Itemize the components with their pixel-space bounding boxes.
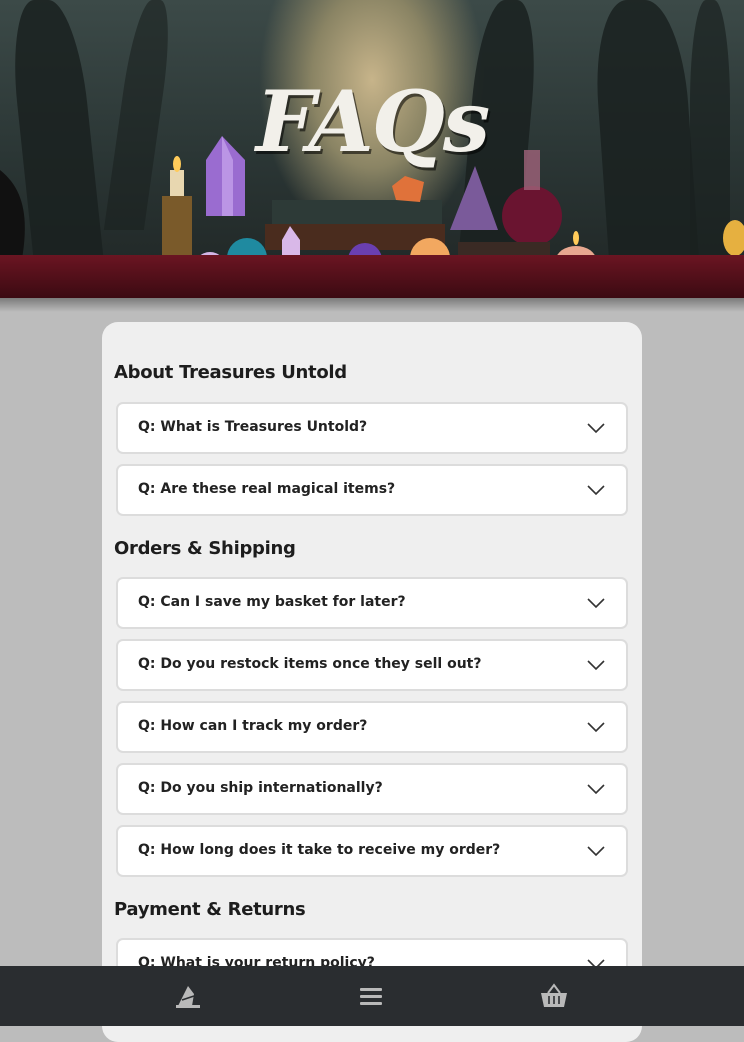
wizard-hat-icon	[176, 986, 200, 1008]
faq-question: Q: Can I save my basket for later?	[138, 594, 406, 610]
faq-item-real-magical-items[interactable]: Q: Are these real magical items?	[116, 464, 628, 516]
chevron-down-icon	[587, 722, 605, 733]
chevron-down-icon	[587, 598, 605, 609]
faq-item-ship-internationally[interactable]: Q: Do you ship internationally?	[116, 763, 628, 815]
faq-item-delivery-time[interactable]: Q: How long does it take to receive my o…	[116, 825, 628, 877]
hero-banner: FAQs	[0, 0, 744, 298]
chevron-down-icon	[587, 846, 605, 857]
chevron-down-icon	[587, 660, 605, 671]
faq-item-save-basket[interactable]: Q: Can I save my basket for later?	[116, 577, 628, 629]
faq-item-what-is-treasures-untold[interactable]: Q: What is Treasures Untold?	[116, 402, 628, 454]
faq-question: Q: How long does it take to receive my o…	[138, 842, 501, 858]
menu-icon	[360, 988, 382, 1005]
chevron-down-icon	[587, 485, 605, 496]
chevron-down-icon	[587, 784, 605, 795]
basket-icon	[541, 983, 567, 1007]
section-title-about: About Treasures Untold	[114, 362, 347, 383]
faq-item-restock[interactable]: Q: Do you restock items once they sell o…	[116, 639, 628, 691]
faq-question: Q: Do you restock items once they sell o…	[138, 656, 482, 672]
faq-question: Q: How can I track my order?	[138, 718, 368, 734]
hero-shadow	[0, 298, 744, 312]
home-button[interactable]	[172, 980, 204, 1012]
faq-question: Q: Are these real magical items?	[138, 481, 396, 497]
menu-button[interactable]	[355, 980, 387, 1012]
table-surface	[0, 255, 744, 298]
chevron-down-icon	[587, 423, 605, 434]
bottom-nav	[0, 966, 744, 1026]
faq-question: Q: What is Treasures Untold?	[138, 419, 368, 435]
faq-question: Q: Do you ship internationally?	[138, 780, 383, 796]
page-title: FAQs	[255, 72, 490, 171]
basket-button[interactable]	[538, 980, 570, 1012]
section-title-payment-returns: Payment & Returns	[114, 899, 306, 920]
faq-card: About Treasures Untold Q: What is Treasu…	[102, 322, 642, 1042]
faq-item-track-order[interactable]: Q: How can I track my order?	[116, 701, 628, 753]
section-title-orders-shipping: Orders & Shipping	[114, 538, 296, 559]
